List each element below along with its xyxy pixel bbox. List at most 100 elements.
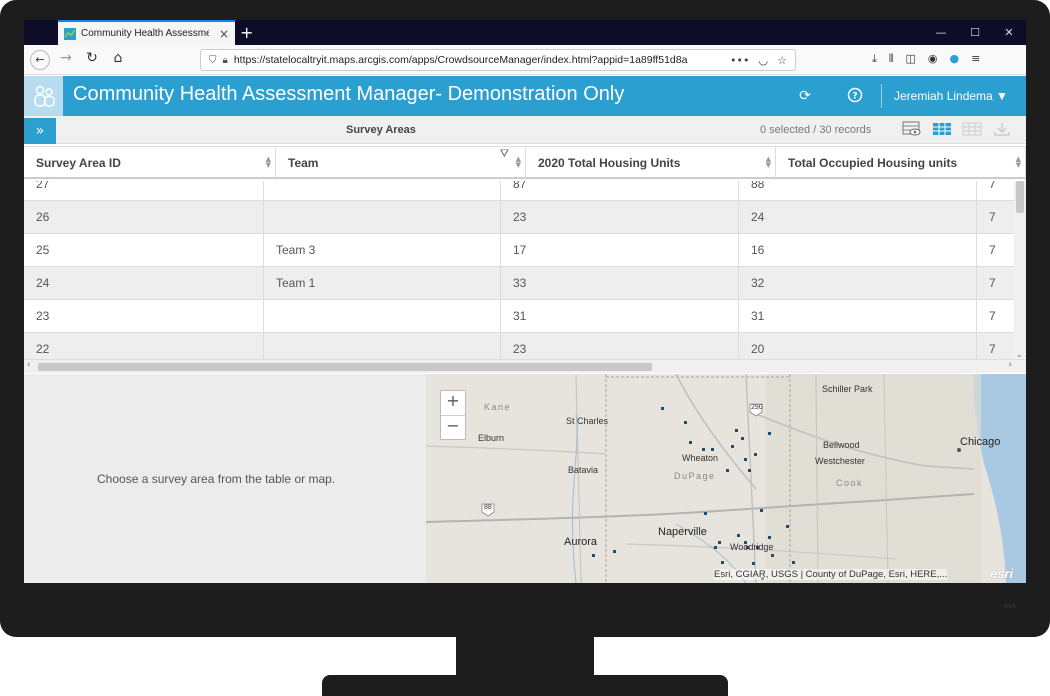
tab-title: Community Health Assessmen xyxy=(81,28,209,39)
map-label-westchester: Westchester xyxy=(815,456,865,466)
cell-team xyxy=(264,201,501,234)
vertical-scroll-thumb[interactable] xyxy=(1016,181,1024,213)
app-title: Community Health Assessment Manager- Dem… xyxy=(73,83,625,105)
people-icon xyxy=(33,85,55,107)
filter-icon[interactable]: ⛛ xyxy=(500,147,509,161)
forward-arrow-icon[interactable]: → xyxy=(56,50,76,70)
table-row[interactable]: 23 31 31 7 xyxy=(24,300,1014,333)
table-vertical-scrollbar[interactable]: ⌄ xyxy=(1014,181,1026,359)
cell-team: Team 1 xyxy=(264,267,501,300)
cell-team xyxy=(264,181,501,201)
cell-survey-area-id: 24 xyxy=(24,267,264,300)
map-label-bellwood: Bellwood xyxy=(823,440,860,450)
url-text[interactable]: https://statelocaltryit.maps.arcgis.com/… xyxy=(234,54,714,66)
cell-survey-area-id: 22 xyxy=(24,333,264,359)
minimize-button[interactable]: — xyxy=(924,20,958,45)
table-row[interactable]: 27 87 88 7 xyxy=(24,181,1014,201)
map-view[interactable]: + − Kane St Charles Elburn Batavia Wheat… xyxy=(426,374,1026,583)
library-icon[interactable]: ⫴ xyxy=(889,52,894,66)
browser-toolbar-right: ⤓ ⫴ ◫ ◉ ● ≡ xyxy=(872,52,980,66)
map-label-chicago: Chicago xyxy=(960,436,1001,448)
browser-nav-bar: ← → ↻ ⌂ ⛉ 🔒︎ https://statelocaltryit.map… xyxy=(24,45,1026,75)
cell-housing-units: 33 xyxy=(501,267,739,300)
monitor-stand-base xyxy=(322,675,728,696)
extension-icon[interactable]: ● xyxy=(950,52,960,66)
table-row[interactable]: 25 Team 3 17 16 7 xyxy=(24,234,1014,267)
shield-icon[interactable]: ⛉ xyxy=(209,55,217,66)
cell-team xyxy=(264,300,501,333)
table-options-icon[interactable] xyxy=(962,121,982,137)
map-label-elburn: Elburn xyxy=(478,433,505,443)
table-toolbar: » Survey Areas 0 selected / 30 records xyxy=(24,116,1026,144)
horizontal-scroll-thumb[interactable] xyxy=(38,363,652,371)
zoom-in-button[interactable]: + xyxy=(441,391,465,415)
table-row[interactable]: 22 23 20 7 xyxy=(24,333,1014,359)
scroll-right-icon[interactable]: › xyxy=(1008,360,1012,370)
expand-panel-button[interactable]: » xyxy=(24,118,56,144)
more-actions-icon[interactable]: ••• xyxy=(730,54,749,67)
sort-icon[interactable]: ▲ ▼ xyxy=(1016,156,1021,169)
window-controls: — ☐ ✕ xyxy=(924,20,1026,45)
back-arrow-icon[interactable]: ← xyxy=(30,50,50,70)
close-window-button[interactable]: ✕ xyxy=(992,20,1026,45)
table-header-row: Survey Area ID ▲ ▼ Team ⛛ ▲ ▼ 2020 Total H… xyxy=(24,146,1026,180)
column-header-survey-area-id[interactable]: Survey Area ID ▲ ▼ xyxy=(24,147,276,180)
map-attribution[interactable]: Esri, CGIAR, USGS | County of DuPage, Es… xyxy=(714,569,948,580)
home-icon[interactable]: ⌂ xyxy=(108,50,128,70)
table-row[interactable]: 26 23 24 7 xyxy=(24,201,1014,234)
esri-logo[interactable]: esri xyxy=(990,566,1013,581)
browser-tab[interactable]: Community Health Assessmen × xyxy=(58,20,235,45)
sidebar-icon[interactable]: ◫ xyxy=(906,52,916,66)
detail-empty-message: Choose a survey area from the table or m… xyxy=(97,472,336,486)
scroll-down-icon[interactable]: ⌄ xyxy=(1016,350,1023,359)
download-icon[interactable]: ⤓ xyxy=(872,52,877,66)
map-label-kane: Kane xyxy=(484,402,512,412)
map-label-batavia: Batavia xyxy=(568,465,599,475)
sort-icon[interactable]: ▲ ▼ xyxy=(266,156,271,169)
cell-team xyxy=(264,333,501,359)
reload-icon[interactable]: ↻ xyxy=(82,50,102,70)
cell-survey-area-id: 25 xyxy=(24,234,264,267)
refresh-icon[interactable]: ⟳ xyxy=(796,87,814,105)
table-horizontal-scrollbar[interactable]: ‹ › xyxy=(24,359,1026,373)
column-header-occupied-housing-units[interactable]: Total Occupied Housing units ▲ ▼ xyxy=(776,147,1026,180)
table-body: 27 87 88 7 26 23 24 7 25 Team 3 17 16 7 … xyxy=(24,181,1014,359)
account-icon[interactable]: ◉ xyxy=(928,52,938,66)
svg-text:?: ? xyxy=(852,92,857,102)
cell-occupied-units: 31 xyxy=(739,300,977,333)
cell-survey-area-id: 27 xyxy=(24,181,264,201)
menu-icon[interactable]: ≡ xyxy=(971,52,980,66)
header-divider xyxy=(881,84,882,108)
bookmark-star-icon[interactable]: ☆ xyxy=(777,54,787,67)
cell-survey-area-id: 26 xyxy=(24,201,264,234)
table-view-icon[interactable] xyxy=(932,121,952,137)
sort-icon[interactable]: ▲ ▼ xyxy=(516,156,521,169)
column-header-2020-housing-units[interactable]: 2020 Total Housing Units ▲ ▼ xyxy=(526,147,776,180)
lock-icon[interactable]: 🔒︎ xyxy=(223,55,228,66)
maximize-button[interactable]: ☐ xyxy=(958,20,992,45)
cell-extra: 7 xyxy=(989,210,996,224)
map-label-naperville: Naperville xyxy=(658,526,707,538)
map-label-schiller-park: Schiller Park xyxy=(822,384,873,394)
export-icon[interactable] xyxy=(992,121,1012,137)
table-row[interactable]: 24 Team 1 33 32 7 xyxy=(24,267,1014,300)
show-selected-icon[interactable] xyxy=(902,121,922,137)
scroll-left-icon[interactable]: ‹ xyxy=(27,360,31,370)
help-icon[interactable]: ? xyxy=(846,87,864,105)
zoom-out-button[interactable]: − xyxy=(441,415,465,439)
monitor-brand-label: esri xyxy=(1004,603,1016,610)
column-header-team[interactable]: Team ⛛ ▲ ▼ xyxy=(276,147,526,180)
cell-extra: 7 xyxy=(989,181,996,191)
user-menu[interactable]: Jeremiah Lindema ▼ xyxy=(894,89,1008,103)
tab-close-icon[interactable]: × xyxy=(219,27,229,41)
sort-icon[interactable]: ▲ ▼ xyxy=(766,156,771,169)
basemap xyxy=(426,374,1026,583)
url-bar[interactable]: ⛉ 🔒︎ https://statelocaltryit.maps.arcgis… xyxy=(200,49,796,71)
pocket-icon[interactable]: ◡ xyxy=(759,54,769,67)
cell-extra: 7 xyxy=(989,276,996,290)
cell-housing-units: 23 xyxy=(501,201,739,234)
new-tab-button[interactable]: + xyxy=(240,23,253,42)
table-title: Survey Areas xyxy=(346,124,416,136)
cell-housing-units: 31 xyxy=(501,300,739,333)
record-count: 0 selected / 30 records xyxy=(760,124,872,136)
